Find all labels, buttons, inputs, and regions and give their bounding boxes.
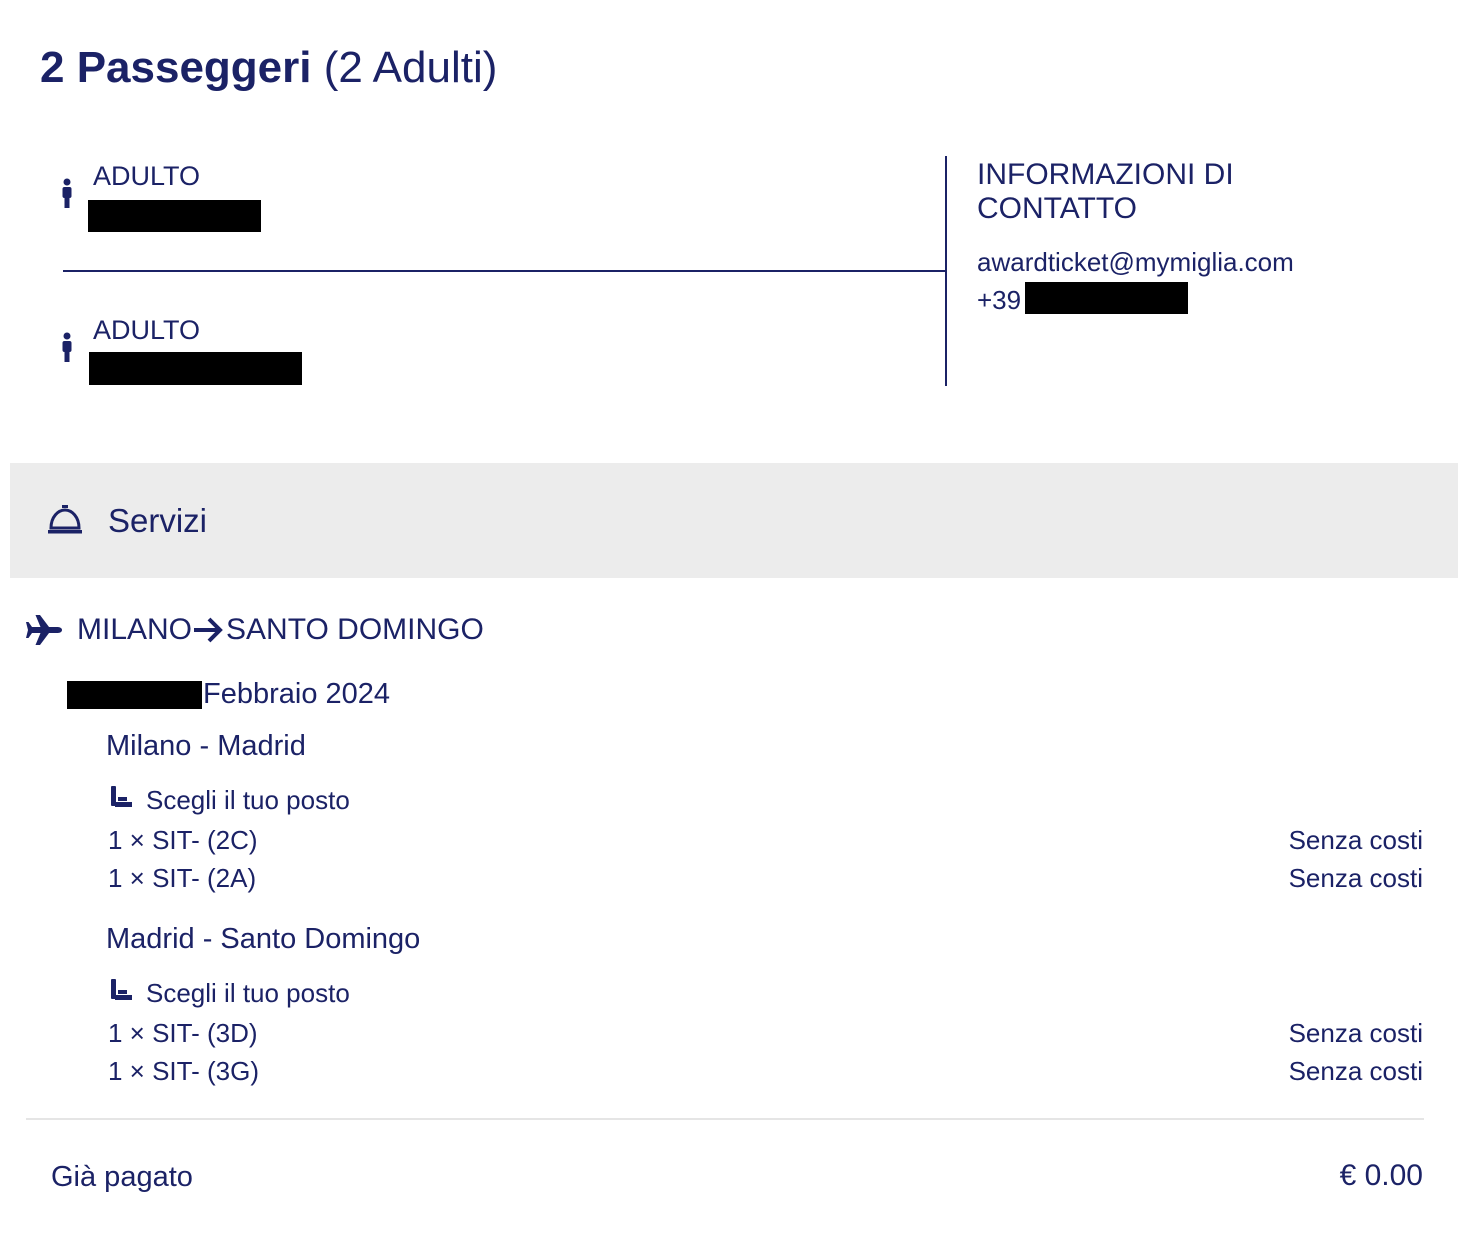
segment-title: Madrid - Santo Domingo bbox=[106, 923, 421, 955]
person-icon bbox=[61, 332, 73, 362]
page-title: 2 Passeggeri (2 Adulti) bbox=[40, 38, 497, 98]
summary-divider bbox=[26, 1118, 1424, 1120]
seat-choice-header: Scegli il tuo posto bbox=[110, 784, 350, 816]
contact-email: awardticket@mymiglia.com bbox=[977, 247, 1294, 277]
redacted-passenger-name bbox=[88, 200, 261, 232]
route-title: MILANO SANTO DOMINGO bbox=[77, 612, 484, 648]
seat-cost: Senza costi bbox=[1288, 1056, 1423, 1086]
column-divider bbox=[945, 156, 947, 386]
paid-amount: € 0.00 bbox=[1339, 1159, 1423, 1192]
contact-title-line1: INFORMAZIONI DI bbox=[977, 158, 1234, 191]
redacted-day bbox=[67, 681, 202, 709]
seat-cost: Senza costi bbox=[1288, 863, 1423, 893]
passenger-breakdown: (2 Adulti) bbox=[323, 43, 498, 92]
flight-date: Febbraio 2024 bbox=[203, 678, 391, 710]
airplane-icon bbox=[25, 614, 63, 646]
seat-choice-label: Scegli il tuo posto bbox=[146, 978, 350, 1008]
passenger-divider bbox=[63, 270, 946, 272]
redacted-phone-number bbox=[1025, 282, 1188, 314]
contact-title: INFORMAZIONI DI CONTATTO bbox=[977, 158, 1234, 226]
services-title: Servizi bbox=[108, 502, 208, 539]
person-icon bbox=[61, 178, 73, 208]
services-header[interactable] bbox=[10, 463, 1458, 578]
seat-row: 1 × SIT- (2C) bbox=[108, 825, 258, 855]
route-destination: SANTO DOMINGO bbox=[226, 613, 484, 646]
contact-title-line2: CONTATTO bbox=[977, 192, 1137, 225]
segment-title: Milano - Madrid bbox=[106, 730, 306, 762]
passenger-type-label: ADULTO bbox=[93, 315, 201, 345]
passenger-count: 2 Passeggeri bbox=[40, 43, 312, 92]
service-bell-icon bbox=[47, 504, 83, 536]
seat-choice-header: Scegli il tuo posto bbox=[110, 977, 350, 1009]
route-origin: MILANO bbox=[77, 613, 193, 646]
seat-cost: Senza costi bbox=[1288, 825, 1423, 855]
paid-label: Già pagato bbox=[51, 1161, 193, 1193]
seat-icon bbox=[110, 786, 134, 814]
arrow-right-icon bbox=[192, 615, 226, 645]
seat-row: 1 × SIT- (2A) bbox=[108, 863, 257, 893]
seat-cost: Senza costi bbox=[1288, 1018, 1423, 1048]
passenger-type-label: ADULTO bbox=[93, 161, 201, 191]
seat-icon bbox=[110, 979, 134, 1007]
redacted-passenger-name bbox=[89, 352, 302, 385]
seat-row: 1 × SIT- (3D) bbox=[108, 1018, 258, 1048]
seat-choice-label: Scegli il tuo posto bbox=[146, 785, 350, 815]
seat-row: 1 × SIT- (3G) bbox=[108, 1056, 259, 1086]
contact-phone-prefix: +39 bbox=[977, 285, 1022, 315]
